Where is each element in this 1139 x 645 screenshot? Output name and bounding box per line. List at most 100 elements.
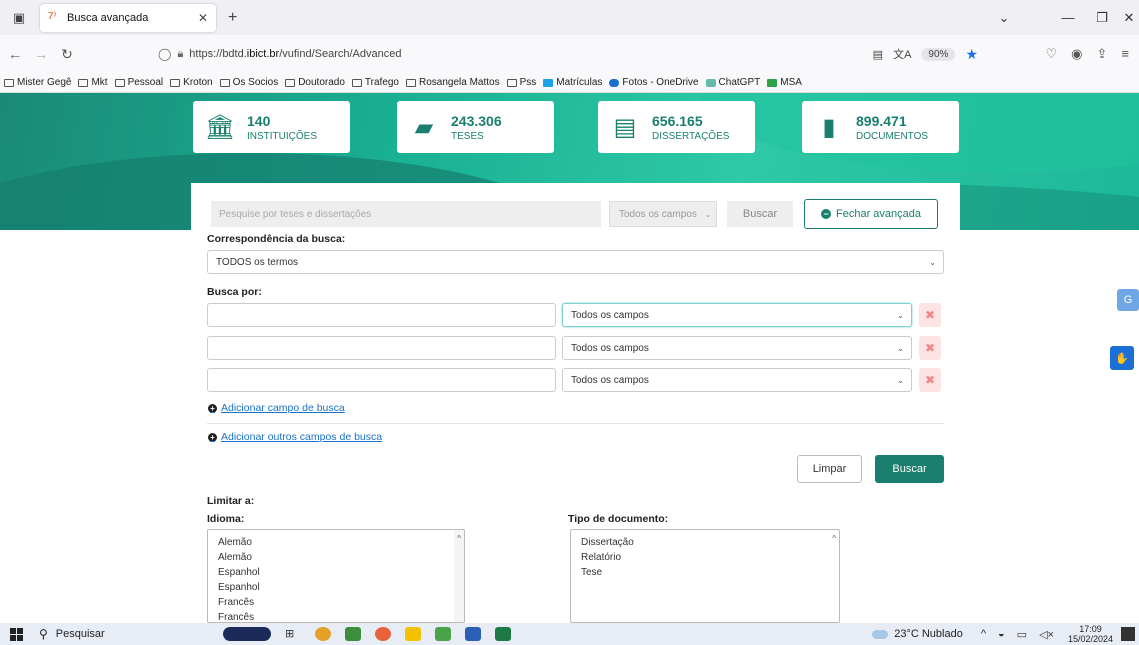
add-other-fields-link[interactable]: + Adicionar outros campos de busca <box>208 431 382 443</box>
firefox-icon[interactable] <box>375 627 391 641</box>
chrome-icon[interactable] <box>315 627 331 641</box>
chevron-down-icon: ⌄ <box>897 343 904 353</box>
search-button[interactable]: Buscar <box>727 201 793 227</box>
accessibility-icon[interactable]: ✋ <box>1110 346 1134 370</box>
remove-row-button[interactable]: ✖ <box>919 336 941 360</box>
list-option[interactable]: Relatório <box>581 550 829 565</box>
pocket-icon[interactable]: ♡ <box>1046 46 1058 62</box>
scroll-up-icon[interactable]: ^ <box>832 531 836 546</box>
new-tab-button[interactable]: + <box>228 9 237 27</box>
notification-icon[interactable] <box>1121 627 1135 641</box>
list-option[interactable]: Dissertação <box>581 535 829 550</box>
restore-button[interactable]: ❐ <box>1085 10 1119 26</box>
reader-view-icon[interactable]: ▤ <box>873 48 883 61</box>
bookmark-item[interactable]: Matrículas <box>543 77 602 88</box>
word-icon[interactable] <box>465 627 481 641</box>
system-tray: ^ ◒ ▭ ◁× <box>981 628 1054 641</box>
search-submit-button[interactable]: Buscar <box>875 455 944 483</box>
list-option[interactable]: Francês <box>218 610 454 622</box>
windows-start-icon[interactable] <box>10 627 23 641</box>
shield-icon[interactable]: ◯ <box>158 47 171 61</box>
bookmark-item[interactable]: Mkt <box>78 77 108 88</box>
app-icon[interactable] <box>435 627 451 641</box>
bookmark-item[interactable]: MSA <box>767 77 802 88</box>
navigation-bar: ← → ↻ ◯ 🔒︎ https://bdtd.ibict.br/vufind/… <box>0 35 1139 73</box>
bookmark-item[interactable]: Pss <box>506 77 536 88</box>
document-type-listbox[interactable]: ^ Dissertação Relatório Tese <box>570 529 840 623</box>
task-view-icon[interactable]: ⊞ <box>285 627 301 641</box>
forward-arrow-icon[interactable]: → <box>30 46 52 62</box>
reload-icon[interactable]: ↻ <box>56 46 78 63</box>
address-bar[interactable]: ◯ 🔒︎ https://bdtd.ibict.br/vufind/Search… <box>158 40 978 68</box>
add-search-field-link[interactable]: + Adicionar campo de busca <box>208 402 345 414</box>
browser-tab[interactable]: 7⁾ Busca avançada ✕ <box>40 3 216 32</box>
list-option[interactable]: Alemão <box>218 535 454 550</box>
chatgpt-icon <box>705 78 716 87</box>
stat-card-documentos[interactable]: ▮ 899.471 DOCUMENTOS <box>802 101 959 153</box>
cloud-icon <box>872 629 889 639</box>
file-explorer-icon[interactable] <box>405 627 421 641</box>
search-field-select[interactable]: Todos os campos ⌄ <box>562 336 912 360</box>
remove-row-button[interactable]: ✖ <box>919 368 941 392</box>
excel-icon[interactable] <box>495 627 511 641</box>
close-tab-icon[interactable]: ✕ <box>198 11 208 25</box>
stat-card-instituicoes[interactable]: 🏛︎ 140 INSTITUIÇÕES <box>193 101 350 153</box>
close-window-button[interactable]: ✕ <box>1119 10 1139 26</box>
remove-row-button[interactable]: ✖ <box>919 303 941 327</box>
bookmark-item[interactable]: ChatGPT <box>705 77 760 88</box>
folder-icon <box>170 78 181 87</box>
weather-widget[interactable]: 23°C Nublado <box>872 628 963 640</box>
bookmark-item[interactable]: Mister Gegê <box>4 77 71 88</box>
chevron-down-icon: ⌄ <box>897 310 904 320</box>
search-field-select[interactable]: Todos os campos ⌄ <box>562 368 912 392</box>
copilot-icon[interactable] <box>223 627 271 641</box>
search-term-input[interactable] <box>207 303 556 327</box>
zoom-level[interactable]: 90% <box>921 47 956 61</box>
list-option[interactable]: Alemão <box>218 550 454 565</box>
tab-list-icon[interactable]: ▣ <box>6 6 32 30</box>
bookmark-item[interactable]: Os Socios <box>219 77 278 88</box>
search-term-input[interactable] <box>207 368 556 392</box>
chevron-down-icon[interactable]: ⌄ <box>987 10 1021 26</box>
list-option[interactable]: Espanhol <box>218 580 454 595</box>
clock[interactable]: 17:09 15/02/2024 <box>1068 624 1113 644</box>
stat-number: 140 <box>247 112 271 129</box>
translate-icon[interactable]: 文A <box>893 46 911 62</box>
bookmark-item[interactable]: Doutorado <box>285 77 345 88</box>
list-option[interactable]: Espanhol <box>218 565 454 580</box>
bookmark-item[interactable]: Fotos - OneDrive <box>609 77 699 88</box>
account-icon[interactable]: ◉ <box>1071 46 1082 62</box>
list-option[interactable]: Francês <box>218 595 454 610</box>
search-scope-select[interactable]: Todos os campos ⌄ <box>609 201 717 227</box>
back-arrow-icon[interactable]: ← <box>4 46 26 62</box>
battery-icon[interactable]: ▭ <box>1017 628 1027 641</box>
bookmark-item[interactable]: Pessoal <box>114 77 163 88</box>
speaker-icon[interactable]: ◁× <box>1039 628 1054 641</box>
translate-widget-icon[interactable]: G <box>1117 289 1139 311</box>
network-icon[interactable]: ◒ <box>998 628 1005 641</box>
menu-icon[interactable]: ≡ <box>1121 46 1129 62</box>
taskbar-search[interactable]: ⚲ Pesquisar <box>39 627 209 641</box>
close-advanced-button[interactable]: − Fechar avançada <box>804 199 938 229</box>
bookmark-item[interactable]: Kroton <box>170 77 213 88</box>
bookmark-star-icon[interactable]: ★ <box>965 46 978 63</box>
extensions-icon[interactable]: ⇪ <box>1097 46 1108 62</box>
list-option[interactable]: Tese <box>581 565 829 580</box>
document-type-label: Tipo de documento: <box>568 513 669 525</box>
browser-tab-bar: ▣ 7⁾ Busca avançada ✕ + ⌄ — ❐ ✕ <box>0 0 1139 35</box>
clear-button[interactable]: Limpar <box>797 455 862 483</box>
chevron-up-icon[interactable]: ^ <box>981 628 986 641</box>
bookmark-item[interactable]: Trafego <box>351 77 399 88</box>
search-input[interactable]: Pesquise por teses e dissertações <box>211 201 601 227</box>
bookmark-item[interactable]: Rosangela Mattos <box>406 77 500 88</box>
match-select[interactable]: TODOS os termos ⌄ <box>207 250 944 274</box>
language-listbox[interactable]: ^ Alemão Alemão Espanhol Espanhol Francê… <box>207 529 465 623</box>
scroll-up-icon[interactable]: ^ <box>457 531 461 546</box>
search-term-input[interactable] <box>207 336 556 360</box>
stat-card-teses[interactable]: ▰ 243.306 TESES <box>397 101 554 153</box>
lock-icon[interactable]: 🔒︎ <box>177 48 183 61</box>
search-field-select[interactable]: Todos os campos ⌄ <box>562 303 912 327</box>
app-icon[interactable] <box>345 627 361 641</box>
stat-card-dissertacoes[interactable]: ▤ 656.165 DISSERTAÇÕES <box>598 101 755 153</box>
minimize-button[interactable]: — <box>1051 10 1085 25</box>
